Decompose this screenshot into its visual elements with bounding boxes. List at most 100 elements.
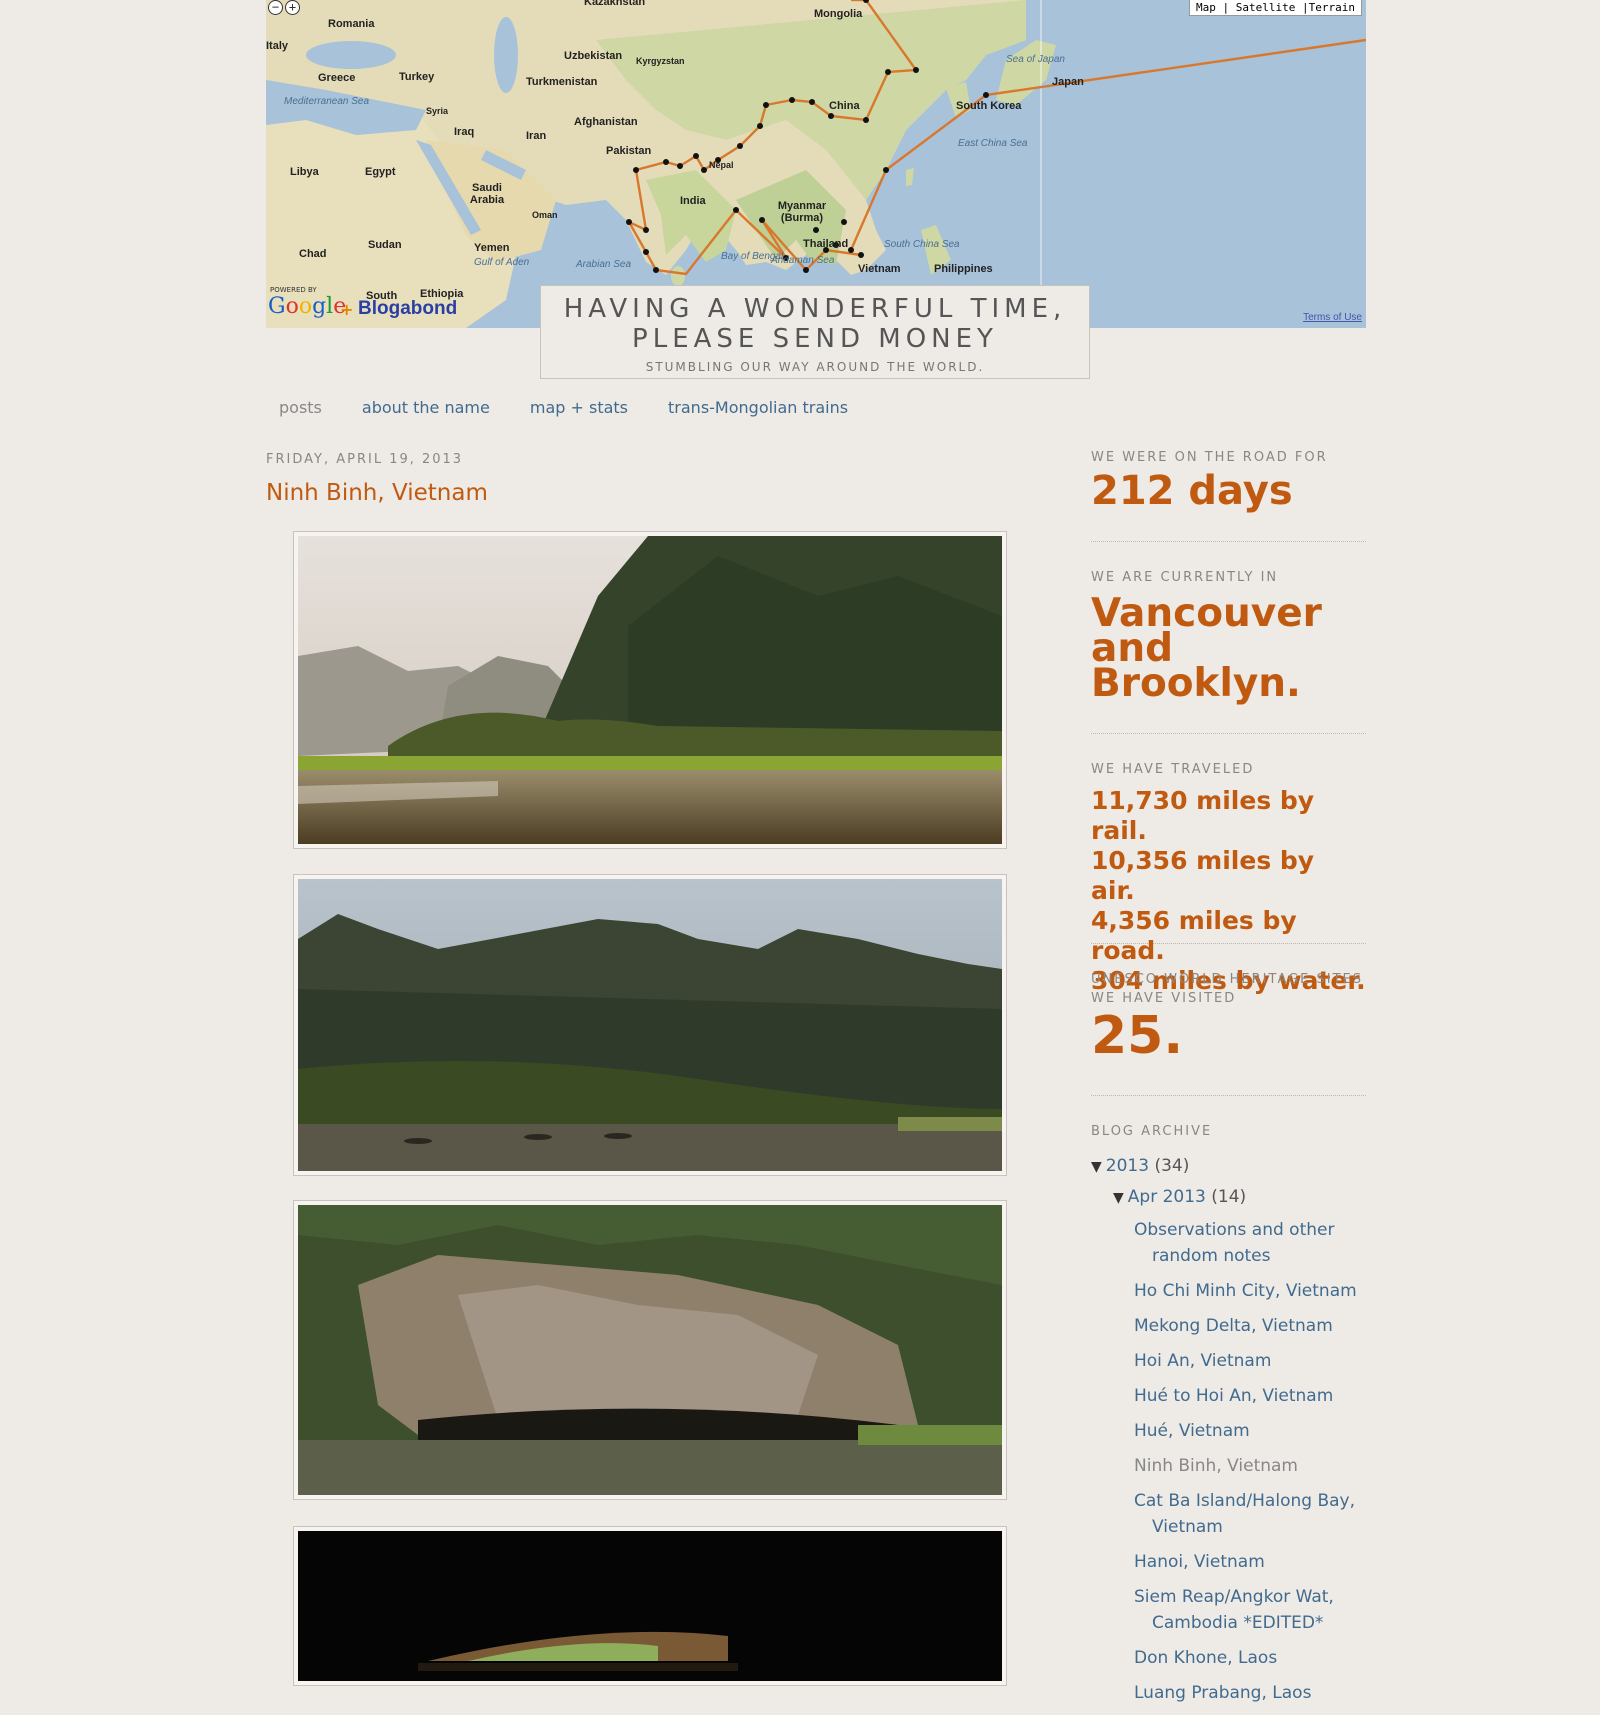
nav-about-the-name[interactable]: about the name	[362, 398, 490, 417]
archive-month[interactable]: ▼ Apr 2013 (14)	[1113, 1184, 1366, 1211]
archive-month-count: (14)	[1211, 1187, 1247, 1207]
traveled-line: 11,730 miles by rail.	[1091, 786, 1315, 845]
map-label: Egypt	[365, 166, 396, 178]
blog-description: STUMBLING OUR WAY AROUND THE WORLD.	[645, 360, 985, 374]
photo-cave-tunnel	[298, 1531, 1002, 1681]
archive-post-link[interactable]: Hoi An, Vietnam	[1134, 1348, 1366, 1374]
map-label: Thailand	[803, 238, 849, 250]
map-label: Turkey	[399, 71, 435, 83]
archive-widget: BLOG ARCHIVE ▼ 2013 (34) ▼ Apr 2013 (14) O…	[1091, 1122, 1366, 1706]
location-heading: WE ARE CURRENTLY IN	[1091, 570, 1279, 585]
map-label: Myanmar (Burma)	[777, 200, 827, 224]
photo-river-karst	[298, 536, 1002, 844]
archive-year-link[interactable]: 2013	[1106, 1156, 1149, 1176]
map-label: Chad	[299, 248, 327, 260]
archive-post-current: Ninh Binh, Vietnam	[1134, 1456, 1298, 1476]
archive-heading: BLOG ARCHIVE	[1091, 1124, 1213, 1139]
road-value: 212 days	[1091, 468, 1293, 514]
archive-post-link[interactable]: Luang Prabang, Laos	[1134, 1680, 1366, 1706]
blogabond-logo[interactable]: Blogabond	[358, 298, 457, 320]
map-label: Uzbekistan	[564, 50, 623, 62]
map-label: Greece	[318, 72, 356, 84]
nav-map-stats[interactable]: map + stats	[530, 398, 628, 417]
map-label: India	[680, 195, 706, 207]
map-terrain	[266, 0, 1366, 328]
post-photo[interactable]	[293, 1200, 1007, 1500]
travel-map[interactable]: Kazakhstan Mongolia Romania Italy Uzbeki…	[266, 0, 1366, 328]
blog-title[interactable]: HAVING A WONDERFUL TIME, PLEASE SEND MON…	[541, 294, 1089, 354]
triangle-down-icon[interactable]: ▼	[1091, 1159, 1102, 1175]
post-photo[interactable]	[293, 531, 1007, 849]
map-label: Iran	[526, 130, 547, 142]
map-label: Nepal	[709, 160, 734, 170]
map-label: Japan	[1052, 76, 1084, 88]
nav-posts[interactable]: posts	[279, 398, 322, 417]
archive-month-link[interactable]: Apr 2013	[1128, 1187, 1206, 1207]
post-photo[interactable]	[293, 874, 1007, 1176]
unesco-value: 25.	[1091, 1006, 1184, 1066]
road-heading: WE WERE ON THE ROAD FOR	[1091, 450, 1328, 465]
map-label: Syria	[426, 106, 449, 116]
map-zoom-controls[interactable]: − +	[268, 0, 300, 15]
sidebar: WE WERE ON THE ROAD FOR 212 days WE ARE …	[1091, 448, 1366, 1715]
map-label: Gulf of Aden	[474, 257, 530, 268]
map-label: Iraq	[454, 126, 475, 138]
location-widget: WE ARE CURRENTLY IN Vancouver and Brookl…	[1091, 568, 1366, 734]
map-label: Libya	[290, 166, 319, 178]
nav-trans-mongolian-trains[interactable]: trans-Mongolian trains	[668, 398, 848, 417]
map-label: Romania	[328, 18, 375, 30]
map-label: Oman	[532, 210, 558, 220]
archive-post-link[interactable]: Hué, Vietnam	[1134, 1418, 1366, 1444]
post-date: FRIDAY, APRIL 19, 2013	[266, 452, 464, 467]
archive-post-link[interactable]: Hanoi, Vietnam	[1134, 1549, 1366, 1575]
traveled-widget: WE HAVE TRAVELED 11,730 miles by rail. 1…	[1091, 760, 1366, 995]
map-label: Bay of Bengal	[721, 251, 784, 262]
map-label: Sea of Japan	[1006, 54, 1065, 65]
map-label: Kyrgyzstan	[636, 56, 685, 66]
archive-post-link[interactable]: Hué to Hoi An, Vietnam	[1134, 1383, 1366, 1409]
map-label: Vietnam	[858, 263, 901, 275]
zoom-out-icon[interactable]: −	[268, 0, 283, 15]
archive-post-link[interactable]: Siem Reap/Angkor Wat, Cambodia *EDITED*	[1134, 1584, 1366, 1636]
map-label: Andaman Sea	[771, 255, 835, 266]
map-label: Turkmenistan	[526, 76, 598, 88]
traveled-heading: WE HAVE TRAVELED	[1091, 762, 1255, 777]
map-type-controls[interactable]: Map | Satellite |Terrain	[1189, 0, 1362, 16]
google-logo: Google	[268, 294, 347, 319]
map-label: Kazakhstan	[584, 0, 646, 8]
page-nav: posts about the name map + stats trans-M…	[279, 398, 848, 417]
map-label: Sudan	[368, 239, 402, 251]
map-label: Italy	[266, 40, 289, 52]
map-label: Yemen	[474, 242, 510, 254]
traveled-line: 4,356 miles by road.	[1091, 906, 1297, 965]
triangle-down-icon[interactable]: ▼	[1113, 1190, 1124, 1206]
map-label: Philippines	[934, 263, 993, 275]
map-label: Mediterranean Sea	[284, 96, 370, 107]
powered-by-label: POWERED BY	[270, 286, 317, 294]
map-label: China	[829, 100, 860, 112]
unesco-widget: UNESCO WORLD HERITAGE SITES WE HAVE VISI…	[1091, 970, 1366, 1096]
post-photo[interactable]	[293, 1526, 1007, 1686]
post-title[interactable]: Ninh Binh, Vietnam	[266, 480, 488, 506]
map-label: Afghanistan	[574, 116, 638, 128]
road-widget: WE WERE ON THE ROAD FOR 212 days	[1091, 448, 1366, 542]
zoom-in-icon[interactable]: +	[285, 0, 300, 15]
map-label: South Korea	[956, 100, 1022, 112]
archive-year[interactable]: ▼ 2013 (34)	[1091, 1153, 1366, 1180]
map-label: Saudi Arabia	[469, 182, 505, 206]
archive-year-count: (34)	[1154, 1156, 1190, 1176]
archive-post-link[interactable]: Mekong Delta, Vietnam	[1134, 1313, 1366, 1339]
photo-cliff-cave	[298, 1205, 1002, 1495]
photo-boats-cliffs	[298, 879, 1002, 1171]
terms-of-use-link[interactable]: Terms of Use	[1303, 312, 1362, 323]
archive-post-link[interactable]: Ho Chi Minh City, Vietnam	[1134, 1278, 1366, 1304]
archive-post-link[interactable]: Observations and other random notes	[1134, 1217, 1366, 1269]
archive-post-link[interactable]: Cat Ba Island/Halong Bay, Vietnam	[1134, 1488, 1366, 1540]
plus-label: +	[340, 300, 354, 319]
map-label: Arabian Sea	[576, 259, 632, 270]
traveled-line: 10,356 miles by air.	[1091, 846, 1315, 905]
archive-post-link[interactable]: Don Khone, Laos	[1134, 1645, 1366, 1671]
blog-header: HAVING A WONDERFUL TIME, PLEASE SEND MON…	[540, 285, 1090, 379]
map-label: East China Sea	[958, 138, 1028, 149]
map-label: Mongolia	[814, 8, 863, 20]
